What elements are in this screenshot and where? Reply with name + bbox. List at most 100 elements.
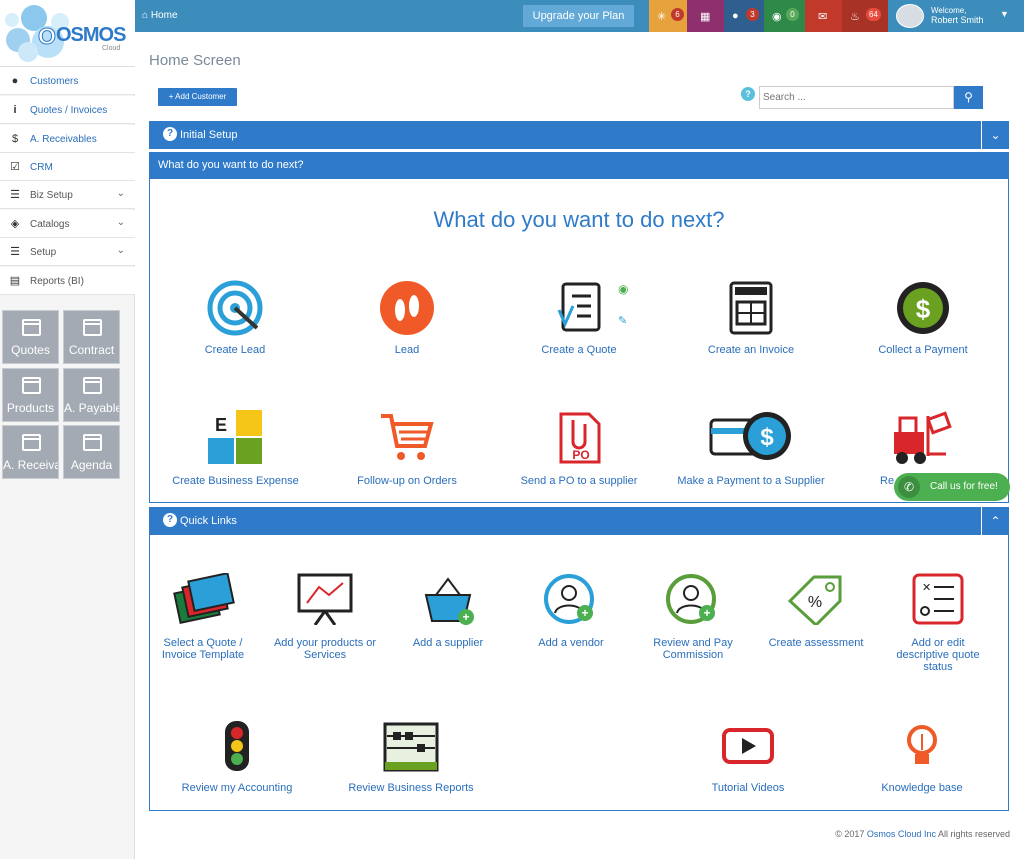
tile-quotes[interactable]: Quotes bbox=[2, 310, 59, 364]
sidebar-item-label: Customers bbox=[30, 76, 79, 87]
tile-products[interactable]: Products bbox=[2, 368, 59, 422]
action-label: Create an Invoice bbox=[707, 344, 795, 356]
call-us-button[interactable]: ✆ Call us for free! bbox=[894, 473, 1010, 501]
create-lead-action[interactable]: Create Lead bbox=[175, 280, 295, 360]
footer-company-link[interactable]: Osmos Cloud Inc bbox=[867, 829, 936, 839]
calendar-icon bbox=[83, 434, 102, 451]
sidebar-item-customers[interactable]: ● Customers bbox=[0, 67, 135, 95]
create-quote-action[interactable]: ◉ ✎ Create a Quote bbox=[519, 280, 639, 360]
sidebar-item-receivables[interactable]: $ A. Receivables bbox=[0, 125, 135, 153]
user-menu[interactable]: Welcome, Robert Smith ▼ bbox=[888, 0, 1024, 32]
upgrade-plan-button[interactable]: Upgrade your Plan bbox=[523, 5, 634, 27]
add-customer-button[interactable]: + Add Customer bbox=[158, 88, 237, 106]
chevron-down-icon: ⌄ bbox=[981, 121, 1009, 149]
traffic-light-icon bbox=[225, 721, 249, 771]
sidebar-item-label: Catalogs bbox=[30, 219, 70, 230]
alert-icon: ● bbox=[732, 10, 739, 22]
chart-icon: ▤ bbox=[9, 275, 21, 287]
sidebar-item-quotes[interactable]: i Quotes / Invoices bbox=[0, 96, 135, 124]
follow-up-orders-action[interactable]: Follow-up on Orders bbox=[347, 410, 467, 490]
add-products-link[interactable]: Add your products or Services bbox=[270, 573, 380, 677]
list-icon: ☰ bbox=[10, 246, 20, 258]
calendar-button[interactable]: ▦ bbox=[687, 0, 724, 32]
tile-contract[interactable]: Contract bbox=[63, 310, 120, 364]
tutorial-videos-link[interactable]: Tutorial Videos bbox=[698, 720, 798, 800]
edit-icon[interactable]: ✎ bbox=[618, 314, 627, 327]
home-link[interactable]: ⌂ Home bbox=[142, 0, 202, 32]
shopping-cart-icon bbox=[381, 414, 434, 460]
sidebar-item-reports[interactable]: ▤ Reports (BI) bbox=[0, 267, 135, 295]
home-icon: ⌂ bbox=[142, 10, 149, 21]
palette-icon: ◈ bbox=[10, 218, 20, 230]
quick-links-header[interactable]: ? Quick Links ⌃ bbox=[149, 507, 1009, 535]
create-business-expense-action[interactable]: E Create Business Expense bbox=[163, 410, 308, 490]
review-accounting-link[interactable]: Review my Accounting bbox=[170, 720, 304, 800]
logo[interactable]: O OSMOS Cloud bbox=[0, 0, 135, 67]
pay-supplier-action[interactable]: $ Make a Payment to a Supplier bbox=[673, 410, 829, 490]
presentation-chart-icon bbox=[297, 573, 353, 625]
sidebar-item-biz-setup[interactable]: ☰ Biz Setup ⌄ bbox=[0, 181, 135, 209]
expense-grid-icon: E bbox=[208, 410, 262, 464]
svg-text:O: O bbox=[38, 23, 56, 49]
quote-template-link[interactable]: Select a Quote / Invoice Template bbox=[150, 573, 256, 677]
ideas-badge: 6 bbox=[671, 8, 684, 21]
initial-setup-header[interactable]: ? Initial Setup ⌄ bbox=[149, 121, 1009, 149]
user-add-icon: + bbox=[544, 574, 594, 624]
create-invoice-action[interactable]: Create an Invoice bbox=[691, 280, 811, 360]
sidebar-item-catalogs[interactable]: ◈ Catalogs ⌄ bbox=[0, 210, 135, 238]
abacus-icon bbox=[383, 722, 439, 772]
tile-receivables[interactable]: A. Receivab bbox=[2, 425, 59, 479]
tile-payable[interactable]: A. Payable bbox=[63, 368, 120, 422]
sidebar-item-setup[interactable]: ☰ Setup ⌄ bbox=[0, 238, 135, 266]
checklist-icon: ✕ bbox=[912, 573, 964, 625]
quote-status-link[interactable]: ✕ Add or edit descriptive quote status bbox=[884, 573, 992, 685]
phone-icon: ✆ bbox=[898, 476, 920, 498]
add-vendor-link[interactable]: + Add a vendor bbox=[521, 573, 621, 653]
page-title: Home Screen bbox=[149, 52, 241, 69]
brand-sub: Cloud bbox=[102, 45, 121, 52]
paperclip-po-icon: PO bbox=[559, 412, 601, 464]
search-input[interactable] bbox=[759, 86, 954, 109]
calendar-icon bbox=[83, 319, 102, 336]
percent-tag-icon: % bbox=[787, 575, 842, 625]
action-label: Send a PO to a supplier bbox=[520, 475, 638, 487]
quick-link-label: Knowledge base bbox=[881, 782, 963, 794]
collect-payment-action[interactable]: $ Collect a Payment bbox=[863, 280, 983, 360]
messages-button[interactable]: ◉ 0 bbox=[764, 0, 805, 32]
review-commission-link[interactable]: + Review and Pay Commission bbox=[643, 573, 743, 677]
alerts-badge: 3 bbox=[746, 8, 759, 21]
caret-down-icon: ▼ bbox=[1000, 9, 1009, 19]
quick-link-label: Tutorial Videos bbox=[711, 782, 785, 794]
review-reports-link[interactable]: Review Business Reports bbox=[343, 720, 479, 800]
avatar bbox=[896, 4, 924, 28]
help-icon[interactable]: ? bbox=[741, 87, 755, 101]
action-label: Collect a Payment bbox=[878, 344, 968, 356]
search-button[interactable]: ⚲ bbox=[954, 86, 983, 109]
sidebar-item-label: A. Receivables bbox=[30, 134, 97, 145]
chat-icon: ◉ bbox=[772, 11, 782, 23]
call-us-label: Call us for free! bbox=[930, 481, 998, 492]
add-supplier-link[interactable]: + Add a supplier bbox=[399, 573, 497, 653]
action-label: Lead bbox=[394, 344, 420, 356]
alerts-button[interactable]: ● 3 bbox=[724, 0, 764, 32]
mail-button[interactable]: ✉ bbox=[805, 0, 842, 32]
eye-icon[interactable]: ◉ bbox=[618, 282, 628, 296]
bell-icon: ♨ bbox=[850, 11, 860, 23]
next-panel-bar-title: What do you want to do next? bbox=[158, 159, 304, 171]
lightbulb-icon bbox=[907, 725, 937, 764]
send-po-action[interactable]: PO Send a PO to a supplier bbox=[511, 410, 647, 490]
lead-action[interactable]: Lead bbox=[347, 280, 467, 360]
video-play-icon bbox=[722, 728, 774, 764]
notifications-button[interactable]: ♨ 64 bbox=[842, 0, 888, 32]
ideas-button[interactable]: ✳ 6 bbox=[649, 0, 687, 32]
action-label: Follow-up on Orders bbox=[357, 475, 457, 487]
quick-link-label: Add a vendor bbox=[538, 637, 604, 649]
document-check-icon bbox=[557, 282, 601, 332]
sidebar-item-crm[interactable]: ☑ CRM bbox=[0, 153, 135, 181]
tile-agenda[interactable]: Agenda bbox=[63, 425, 120, 479]
create-assessment-link[interactable]: % Create assessment bbox=[763, 573, 869, 653]
footer-year: © 2017 bbox=[835, 829, 865, 839]
welcome-text: Welcome, bbox=[931, 6, 967, 15]
knowledge-base-link[interactable]: Knowledge base bbox=[872, 720, 972, 800]
dollar-icon: $ bbox=[11, 133, 19, 145]
